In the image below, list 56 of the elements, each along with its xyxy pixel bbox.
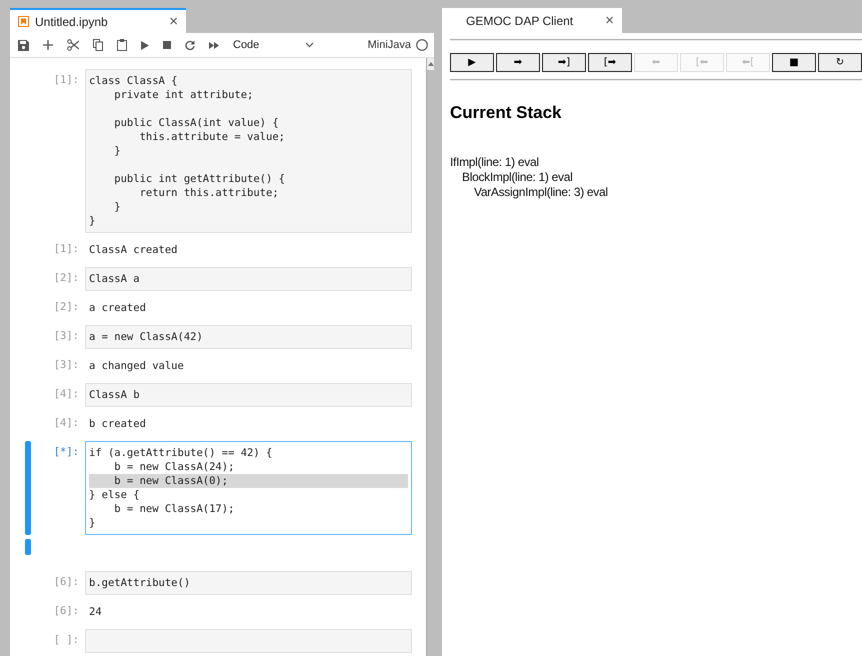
output-prompt: [3]: [52, 359, 80, 371]
stack-frame: BlockImpl(line: 1) eval [462, 170, 862, 185]
input-prompt: [2]: [52, 271, 80, 284]
stack-heading: Current Stack [450, 103, 562, 123]
clipboard-icon[interactable] [117, 39, 127, 51]
fast-forward-icon[interactable] [209, 42, 219, 48]
stack-frame: VarAssignImpl(line: 3) eval [474, 185, 862, 200]
cell-type-dropdown[interactable]: Code [233, 39, 314, 51]
input-prompt: [*]: [52, 445, 80, 458]
output-prompt: [2]: [52, 301, 80, 313]
output-prompt: [4]: [52, 417, 80, 429]
code-cell-editor[interactable]: ClassA b [85, 383, 412, 407]
code-cell-editor[interactable]: ClassA a [85, 267, 412, 291]
input-prompt: [3]: [52, 329, 80, 342]
kernel-name[interactable]: MiniJava [368, 39, 411, 51]
debug-control-button[interactable]: [➡ [588, 53, 632, 72]
copy-icon[interactable] [93, 39, 103, 51]
stack-frame: IfImpl(line: 1) eval [450, 155, 862, 170]
tab-title: GEMOC DAP Client [466, 14, 574, 28]
input-prompt: [1]: [52, 73, 80, 86]
input-prompt: [4]: [52, 387, 80, 400]
debugger-tab[interactable]: GEMOC DAP Client × [442, 8, 622, 33]
cell-output: a changed value [88, 359, 184, 373]
cell-output: b created [88, 417, 146, 431]
kernel-status-icon [416, 39, 428, 51]
notebook-icon [18, 16, 29, 27]
output-prompt: [1]: [52, 243, 80, 255]
code-cell-editor[interactable]: b.getAttribute() [85, 571, 412, 595]
tab-title: Untitled.ipynb [35, 14, 109, 28]
scrollbar[interactable] [426, 58, 434, 656]
debug-control-button[interactable]: ➡] [542, 53, 586, 72]
scissors-icon[interactable] [67, 39, 79, 51]
run-icon[interactable] [141, 40, 149, 50]
close-icon[interactable]: × [605, 12, 614, 29]
code-cell-editor[interactable]: class ClassA { private int attribute; public ClassA(int value) { this.attribute = value; } public int getAttribute() { return this.attribute; } } [85, 69, 412, 233]
restart-icon[interactable] [185, 40, 195, 50]
debug-control-button[interactable]: ■ [772, 53, 816, 72]
cell-output: a created [88, 301, 146, 315]
code-cell-editor[interactable]: a = new ClassA(42) [85, 325, 412, 349]
output-selection-bar [25, 539, 31, 555]
input-prompt: [6]: [52, 575, 80, 588]
notebook-tab[interactable]: Untitled.ipynb × [10, 8, 186, 33]
save-icon[interactable] [18, 40, 29, 50]
debug-control-button[interactable]: ▶ [450, 53, 494, 72]
chevron-down-icon [305, 42, 314, 48]
debug-control-button[interactable]: ➡ [496, 53, 540, 72]
debug-control-button[interactable]: ↻ [818, 53, 862, 72]
scroll-up-icon[interactable] [428, 62, 434, 66]
cell-output: 24 [88, 605, 102, 619]
output-prompt: [6]: [52, 605, 80, 617]
input-prompt: [ ]: [52, 633, 80, 646]
close-icon[interactable]: × [169, 13, 178, 30]
cell-output: ClassA created [88, 243, 178, 257]
add-icon[interactable] [43, 40, 53, 50]
code-cell-editor[interactable] [85, 629, 412, 653]
code-cell-editor[interactable]: if (a.getAttribute() == 42) { b = new ClassA(24); b = new ClassA(0); } else { b = new ClassA(17); } [85, 441, 412, 535]
